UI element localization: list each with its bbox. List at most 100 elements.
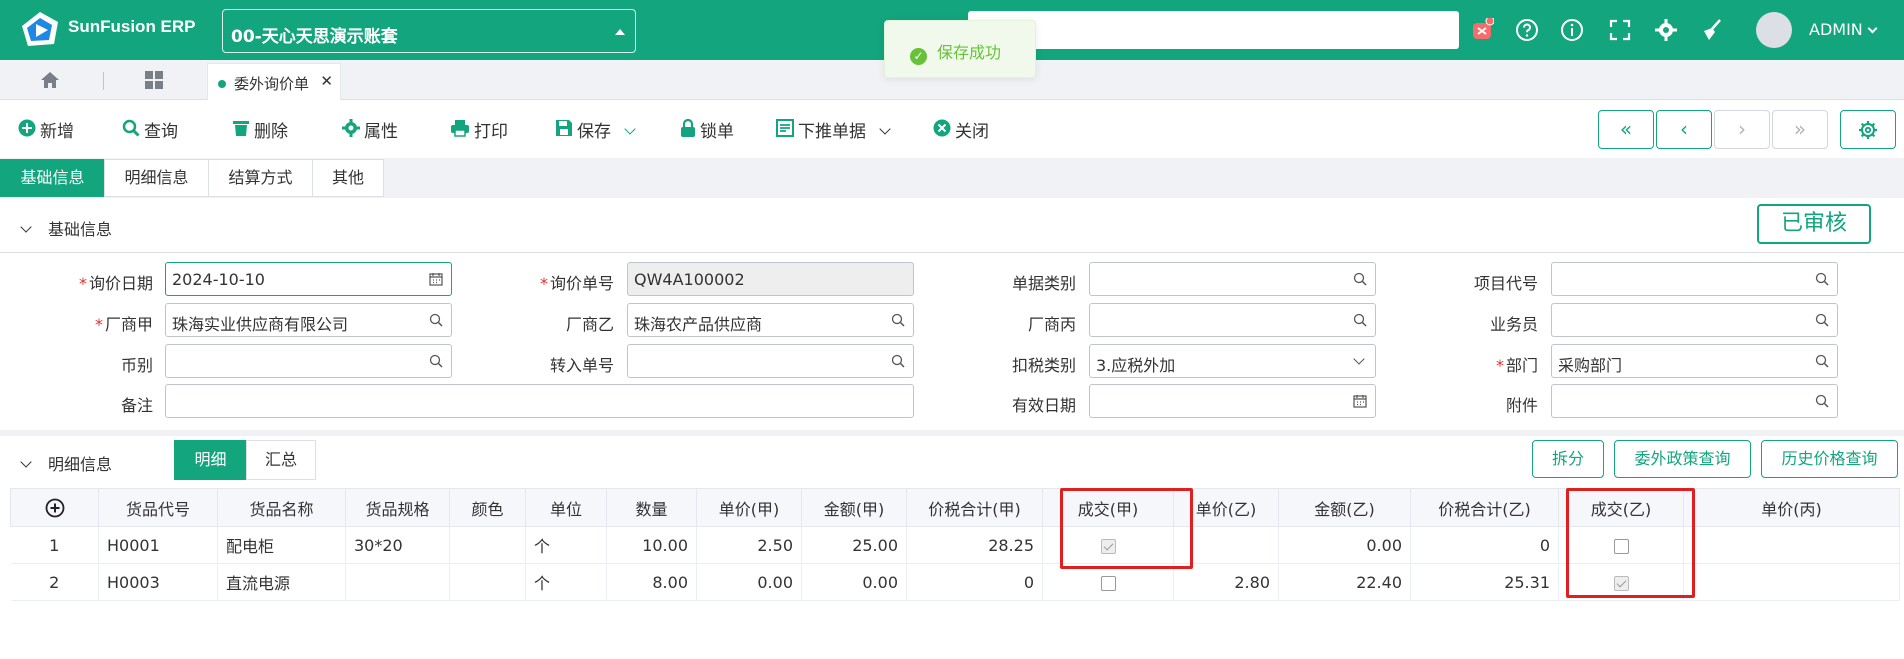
search-icon[interactable]: [1353, 272, 1367, 286]
column-header[interactable]: 单价(丙): [1683, 488, 1900, 527]
dept-field[interactable]: 采购部门: [1551, 344, 1838, 378]
account-select[interactable]: 00-天心天思演示账套: [222, 9, 636, 53]
close-button[interactable]: 关闭: [933, 117, 989, 142]
tax-type-select[interactable]: 3.应税外加: [1089, 344, 1376, 378]
attach-field[interactable]: [1551, 384, 1838, 418]
chevron-down-icon[interactable]: [624, 123, 637, 135]
query-button[interactable]: 查询: [122, 117, 178, 142]
avatar[interactable]: [1756, 12, 1792, 48]
apps-grid-icon[interactable]: [144, 70, 164, 90]
cell-amount-b[interactable]: 22.40: [1278, 563, 1411, 601]
lock-button[interactable]: 锁单: [680, 117, 734, 142]
cell-name[interactable]: 直流电源: [217, 563, 346, 601]
cell-total-b[interactable]: 25.31: [1410, 563, 1559, 601]
column-header[interactable]: 金额(甲): [801, 488, 907, 527]
info-icon[interactable]: [1560, 18, 1584, 42]
user-menu[interactable]: ADMIN: [1809, 20, 1878, 39]
subtab-basic[interactable]: 基础信息: [0, 159, 105, 197]
save-button[interactable]: 保存: [555, 117, 637, 142]
cell-price-c[interactable]: [1683, 526, 1900, 564]
search-icon[interactable]: [1815, 394, 1829, 408]
delete-button[interactable]: 删除: [232, 117, 288, 142]
column-header[interactable]: 单价(甲): [696, 488, 802, 527]
vendor-b-field[interactable]: 珠海农产品供应商: [627, 303, 914, 337]
plus-circle-icon[interactable]: [45, 498, 65, 518]
home-icon[interactable]: [40, 70, 60, 90]
tab-outsource-inquiry[interactable]: 委外询价单 ✕: [207, 63, 341, 100]
vendor-c-field[interactable]: [1089, 303, 1376, 337]
basic-info-header[interactable]: 基础信息: [20, 216, 112, 240]
currency-field[interactable]: [165, 344, 452, 378]
global-search-input[interactable]: [968, 11, 1459, 49]
cell-price-b[interactable]: 2.80: [1173, 563, 1279, 601]
cell-unit[interactable]: 个: [525, 563, 607, 601]
cell-total-a[interactable]: 0: [906, 563, 1043, 601]
cell-color[interactable]: [449, 526, 526, 564]
cell-code[interactable]: H0003: [98, 563, 218, 601]
calendar-icon[interactable]: [429, 272, 443, 286]
search-icon[interactable]: [429, 354, 443, 368]
next-record-button[interactable]: ›: [1714, 110, 1770, 149]
search-icon[interactable]: [429, 313, 443, 327]
cell-name[interactable]: 配电柜: [217, 526, 346, 564]
cell-price-a[interactable]: 2.50: [696, 526, 802, 564]
help-icon[interactable]: [1515, 18, 1539, 42]
search-icon[interactable]: [891, 313, 905, 327]
column-header[interactable]: 价税合计(甲): [906, 488, 1043, 527]
gear-icon[interactable]: [1654, 18, 1678, 42]
cell-color[interactable]: [449, 563, 526, 601]
cell-amount-a[interactable]: 0.00: [801, 563, 907, 601]
segment-summary[interactable]: 汇总: [246, 440, 316, 480]
notification-icon[interactable]: [1470, 18, 1494, 42]
subtab-detail[interactable]: 明细信息: [104, 159, 209, 197]
split-button[interactable]: 拆分: [1532, 440, 1604, 478]
column-header[interactable]: 货品代号: [98, 488, 218, 527]
deal-a-checkbox[interactable]: [1100, 575, 1116, 591]
column-header[interactable]: 货品名称: [217, 488, 346, 527]
chevron-down-icon[interactable]: [879, 123, 892, 135]
search-icon[interactable]: [1353, 313, 1367, 327]
subtab-settlement[interactable]: 结算方式: [208, 159, 313, 197]
search-icon[interactable]: [891, 354, 905, 368]
column-header[interactable]: 货品规格: [345, 488, 450, 527]
doc-type-field[interactable]: [1089, 262, 1376, 296]
subtab-other[interactable]: 其他: [312, 159, 384, 197]
history-price-button[interactable]: 历史价格查询: [1761, 440, 1898, 478]
remark-field[interactable]: [165, 384, 914, 418]
inquiry-date-field[interactable]: 2024-10-10: [165, 262, 452, 296]
new-button[interactable]: 新增: [18, 117, 74, 142]
last-record-button[interactable]: »: [1772, 110, 1828, 149]
fullscreen-icon[interactable]: [1608, 18, 1632, 42]
settings-button[interactable]: [1840, 110, 1896, 149]
prev-record-button[interactable]: ‹: [1656, 110, 1712, 149]
add-row-header[interactable]: [10, 488, 99, 527]
column-header[interactable]: 数量: [606, 488, 697, 527]
cell-qty[interactable]: 10.00: [606, 526, 697, 564]
cell-amount-b[interactable]: 0.00: [1278, 526, 1411, 564]
cell-qty[interactable]: 8.00: [606, 563, 697, 601]
print-button[interactable]: 打印: [450, 117, 508, 142]
cell-unit[interactable]: 个: [525, 526, 607, 564]
cell-total-b[interactable]: 0: [1410, 526, 1559, 564]
column-header[interactable]: 单位: [525, 488, 607, 527]
valid-date-field[interactable]: [1089, 384, 1376, 418]
calendar-icon[interactable]: [1353, 394, 1367, 408]
cell-total-a[interactable]: 28.25: [906, 526, 1043, 564]
segment-detail[interactable]: 明细: [174, 440, 247, 480]
column-header[interactable]: 金额(乙): [1278, 488, 1411, 527]
project-field[interactable]: [1551, 262, 1838, 296]
broom-icon[interactable]: [1700, 18, 1724, 42]
first-record-button[interactable]: «: [1598, 110, 1654, 149]
push-down-button[interactable]: 下推单据: [776, 117, 892, 142]
column-header[interactable]: 颜色: [449, 488, 526, 527]
policy-query-button[interactable]: 委外政策查询: [1614, 440, 1751, 478]
vendor-a-field[interactable]: 珠海实业供应商有限公司: [165, 303, 452, 337]
cell-price-a[interactable]: 0.00: [696, 563, 802, 601]
search-icon[interactable]: [1815, 272, 1829, 286]
clerk-field[interactable]: [1551, 303, 1838, 337]
cell-amount-a[interactable]: 25.00: [801, 526, 907, 564]
properties-button[interactable]: 属性: [342, 117, 398, 142]
detail-header[interactable]: 明细信息: [20, 451, 112, 475]
cell-code[interactable]: H0001: [98, 526, 218, 564]
cell-spec[interactable]: [345, 563, 450, 601]
